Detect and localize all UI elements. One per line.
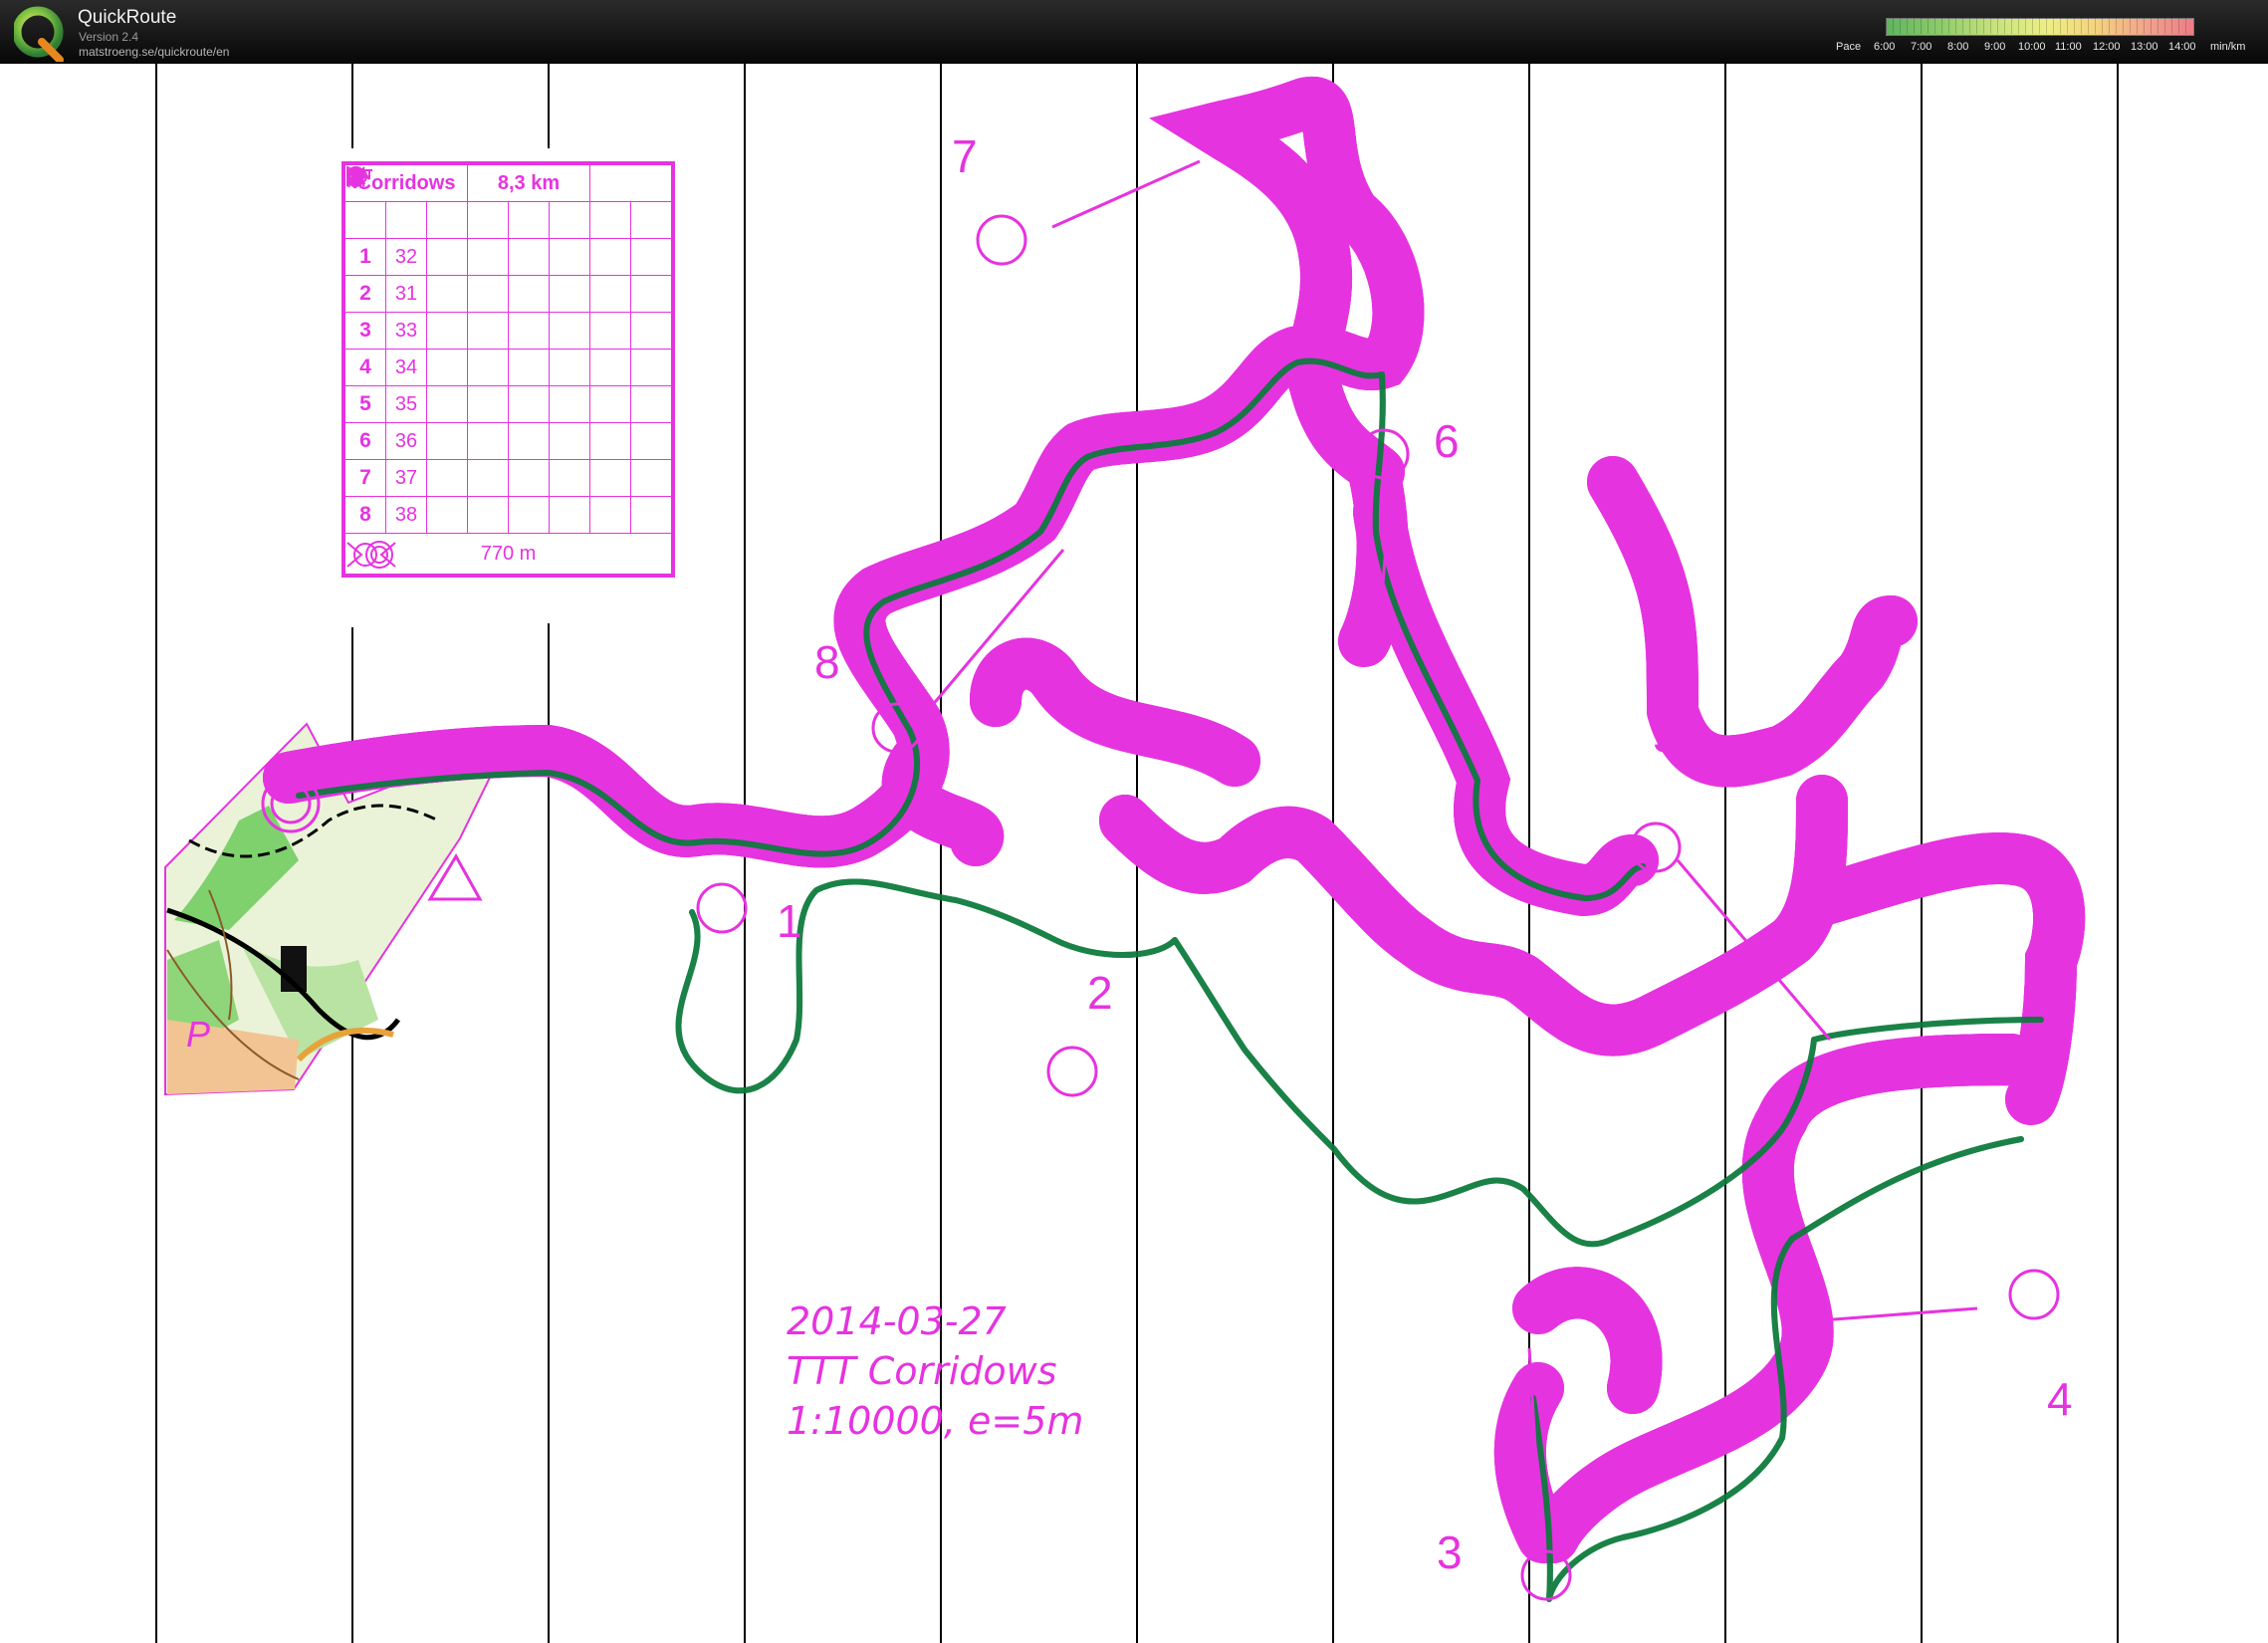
control-number: 2 — [1087, 967, 1113, 1019]
control-code: 38 — [385, 496, 427, 534]
control-seq: 7 — [344, 459, 386, 497]
pace-tick: 11:00 — [2055, 41, 2082, 53]
control-seq: 8 — [344, 496, 386, 534]
pace-tick: 10:00 — [2018, 41, 2046, 53]
control-number: 7 — [952, 130, 978, 182]
control-number: 6 — [1434, 415, 1460, 467]
control-circle-icon — [696, 882, 748, 934]
event-date: 2014-03-27 — [787, 1299, 1007, 1343]
quickroute-logo-icon — [14, 6, 64, 62]
control-code: 32 — [385, 238, 427, 276]
event-name: TTT Corridows — [787, 1349, 1057, 1393]
pace-tick: 13:00 — [2131, 41, 2158, 53]
app-version: Version 2.4 — [79, 30, 139, 44]
control-code: 37 — [385, 459, 427, 497]
control-number: 8 — [814, 636, 840, 688]
control-circle-icon — [1046, 1046, 1098, 1097]
control-seq: 1 — [344, 238, 386, 276]
course-length: 8,3 km — [467, 164, 590, 202]
pace-tick: 9:00 — [1984, 41, 2006, 53]
pace-tick: 7:00 — [1911, 41, 1932, 53]
control-code: 35 — [385, 385, 427, 423]
control-seq: 2 — [344, 275, 386, 313]
pace-tick: 12:00 — [2093, 41, 2121, 53]
parking-label: P — [186, 1014, 210, 1055]
control-code: 34 — [385, 349, 427, 386]
app-name: QuickRoute — [78, 7, 177, 28]
control-seq: 3 — [344, 312, 386, 350]
map-drawing: P — [155, 64, 2119, 1643]
control-number: 1 — [777, 895, 802, 947]
control-seq: 6 — [344, 422, 386, 460]
control-seq: 5 — [344, 385, 386, 423]
control-code: 31 — [385, 275, 427, 313]
control-number: 4 — [2047, 1373, 2073, 1425]
symbol-icon — [346, 168, 367, 184]
control-code: 36 — [385, 422, 427, 460]
app-url[interactable]: matstroeng.se/quickroute/en — [79, 45, 229, 59]
pace-tick: 6:00 — [1874, 41, 1896, 53]
finish-icon — [346, 541, 393, 569]
pace-label: Pace — [1836, 41, 1862, 53]
control-code: 33 — [385, 312, 427, 350]
control-number: 5 — [1653, 710, 1679, 762]
pace-tick: 14:00 — [2168, 41, 2196, 53]
app-titlebar: QuickRoute Version 2.4 matstroeng.se/qui… — [0, 0, 2268, 64]
control-circle-icon — [2008, 1269, 2060, 1320]
map-canvas[interactable]: P Corridows 8,3 km 1 32 2 31 3 33 4 34 5… — [0, 64, 2268, 1643]
event-annotation: 2014-03-27 TTT Corridows 1:10000, e=5m — [787, 1296, 1083, 1446]
control-description-sheet: Corridows 8,3 km 1 32 2 31 3 33 4 34 5 3… — [341, 161, 675, 578]
control-seq: 4 — [344, 349, 386, 386]
pace-unit: min/km — [2210, 41, 2246, 53]
event-scale: 1:10000, e=5m — [787, 1399, 1084, 1443]
control-circle-icon — [976, 214, 1027, 266]
control-number: 3 — [1437, 1526, 1463, 1578]
finish-distance: 770 m — [480, 542, 537, 565]
pace-tick: 8:00 — [1947, 41, 1969, 53]
